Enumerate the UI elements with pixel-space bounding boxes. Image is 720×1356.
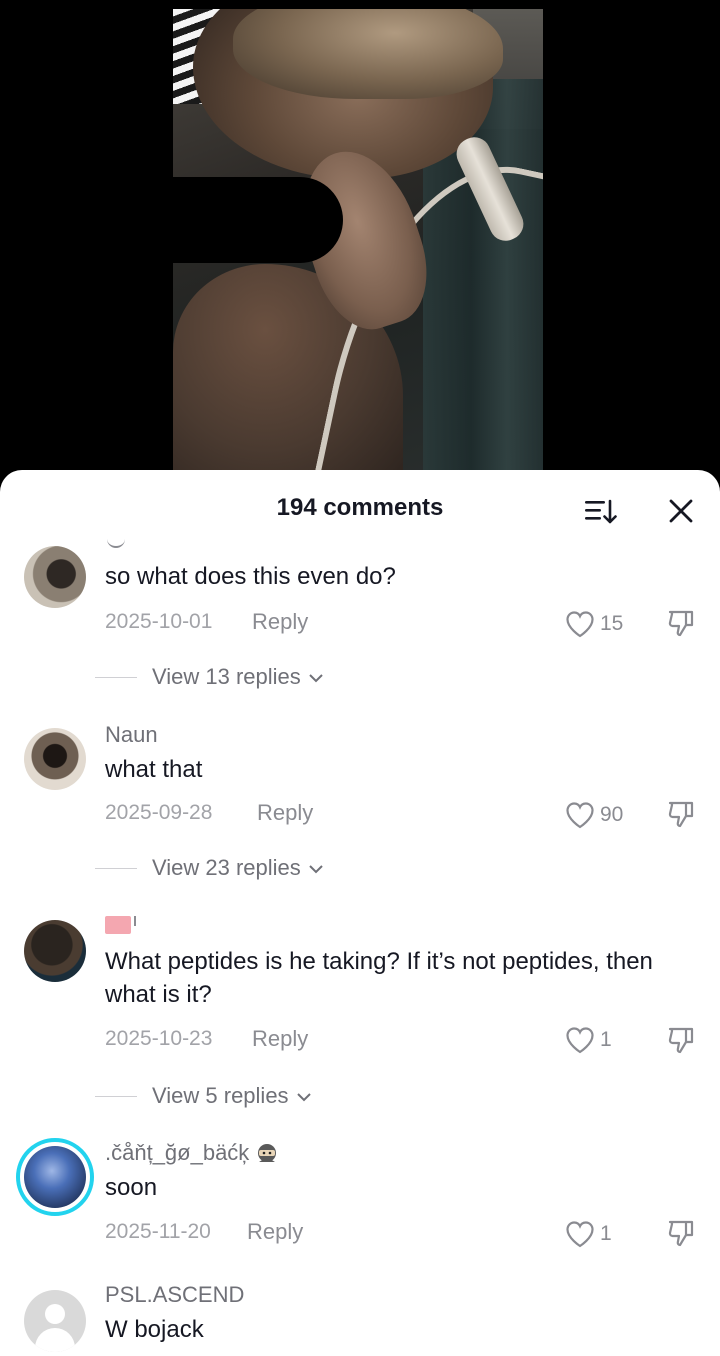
avatar[interactable] (24, 1290, 86, 1352)
comment-text: soon (105, 1174, 158, 1201)
comment-date: 2025-10-23 (105, 1027, 213, 1050)
like-count: 1 (600, 1028, 612, 1051)
censor-bar (173, 177, 343, 263)
comment-text: What peptides is he taking? If it’s not … (105, 948, 653, 1008)
view-replies-label: View 13 replies (152, 664, 301, 689)
heart-icon[interactable] (565, 1220, 595, 1248)
avatar[interactable] (24, 920, 86, 982)
chevron-down-icon (296, 1093, 311, 1102)
comment-username-text: .čåňț_ğø_bäćķ (105, 1140, 250, 1165)
close-icon[interactable] (664, 494, 698, 528)
avatar-image (24, 1146, 86, 1208)
default-avatar-head (45, 1304, 65, 1324)
comment-date: 2025-11-20 (105, 1220, 211, 1243)
reply-button[interactable]: Reply (247, 1219, 303, 1245)
heart-icon[interactable] (565, 610, 595, 638)
dislike-icon[interactable] (666, 799, 696, 829)
comment-date: 2025-10-01 (105, 610, 213, 633)
video-frame-hair (233, 9, 503, 99)
dislike-icon[interactable] (666, 1025, 696, 1055)
screen: 194 comments so what does this even do? … (0, 0, 720, 1356)
comments-header: 194 comments (0, 470, 720, 546)
comment-item: Naun what that 2025-09-28 Reply 90 View … (0, 718, 720, 888)
default-avatar-body (35, 1328, 75, 1352)
dislike-icon[interactable] (666, 608, 696, 638)
comment-username[interactable]: .čåňț_ğø_bäćķ (105, 1140, 279, 1166)
username-flag (105, 916, 136, 934)
chevron-down-icon (309, 865, 323, 874)
comment-date: 2025-09-28 (105, 801, 213, 824)
reply-button[interactable]: Reply (257, 800, 313, 826)
comment-text: W bojack (105, 1316, 204, 1343)
view-replies-label: View 5 replies (152, 1083, 289, 1108)
reply-button[interactable]: Reply (252, 1026, 308, 1052)
like-count: 15 (600, 612, 624, 635)
sort-icon[interactable] (582, 496, 618, 528)
comment-text: so what does this even do? (105, 563, 396, 590)
ninja-emoji-icon (258, 1144, 277, 1163)
heart-icon[interactable] (565, 1026, 595, 1054)
comment-item: so what does this even do? 2025-10-01 Re… (0, 536, 720, 696)
divider (95, 868, 137, 869)
comment-username[interactable]: Naun (105, 722, 158, 748)
view-replies-label: View 23 replies (152, 855, 301, 880)
avatar[interactable] (24, 728, 86, 790)
chevron-down-icon (309, 674, 323, 683)
like-count: 1 (600, 1222, 612, 1245)
username-emoji (107, 538, 125, 548)
comment-username[interactable]: PSL.ASCEND (105, 1282, 244, 1308)
divider (95, 1096, 137, 1097)
avatar[interactable] (24, 546, 86, 608)
comment-item: What peptides is he taking? If it’s not … (0, 912, 720, 1112)
dislike-icon[interactable] (666, 1218, 696, 1248)
comments-panel: 194 comments so what does this even do? … (0, 470, 720, 1356)
reply-button[interactable]: Reply (252, 609, 308, 635)
video-player[interactable] (173, 9, 543, 474)
divider (95, 677, 137, 678)
like-count: 90 (600, 803, 624, 826)
comment-text: what that (105, 756, 203, 783)
comment-item: .čåňț_ğø_bäćķ soon 2025-11-20 Reply 1 (0, 1136, 720, 1266)
heart-icon[interactable] (565, 801, 595, 829)
comment-item: PSL.ASCEND W bojack (0, 1282, 720, 1356)
avatar[interactable] (16, 1138, 94, 1216)
